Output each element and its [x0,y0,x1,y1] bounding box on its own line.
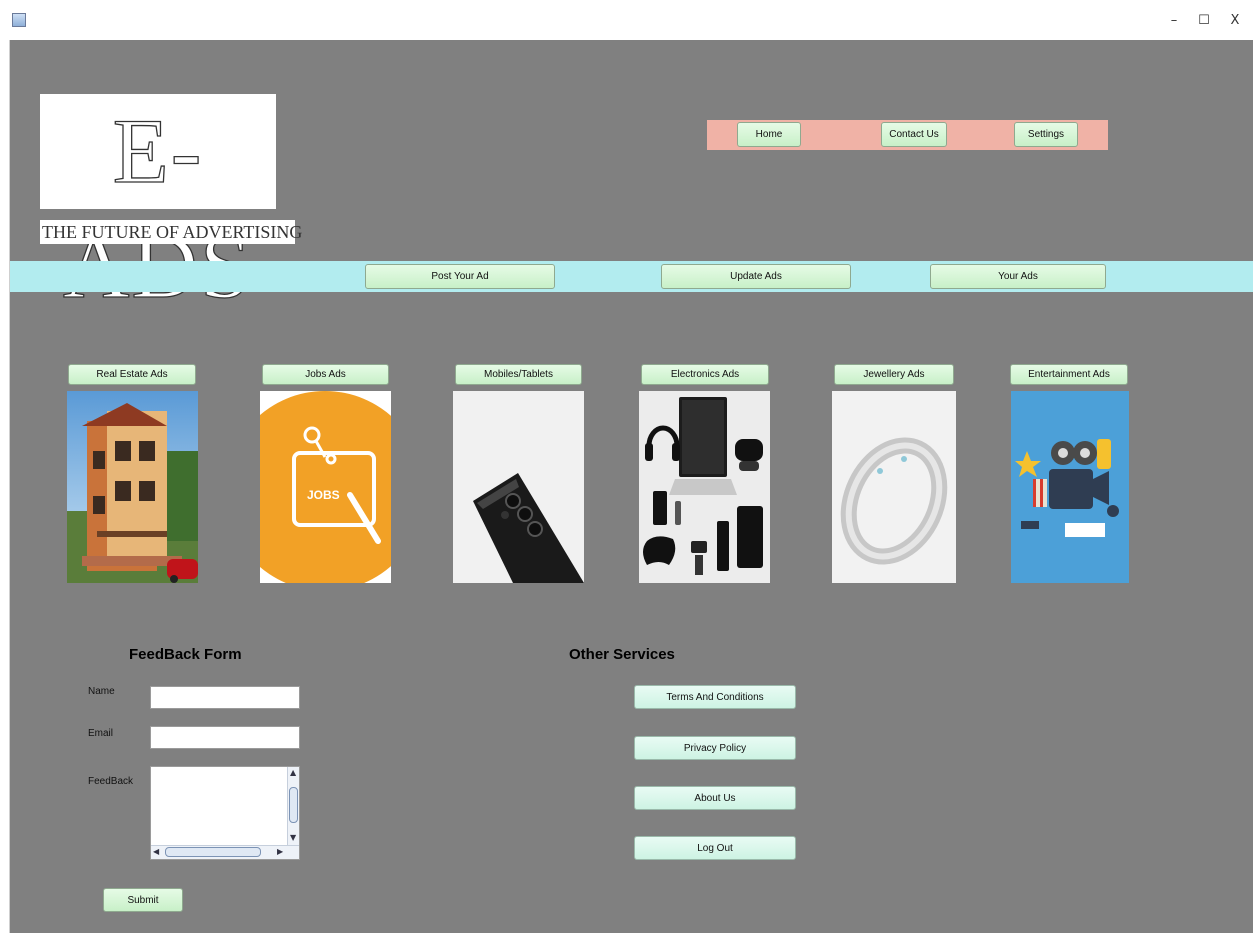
top-nav-bar: Home Contact Us Settings [707,120,1108,150]
submit-button[interactable]: Submit [103,888,183,912]
scroll-up-icon[interactable]: ▲ [290,768,296,778]
window-frame-left [0,40,10,933]
window-titlebar: – ☐ X [0,0,1253,40]
logo-title: E-ADS [62,99,251,317]
phone-image[interactable] [453,391,584,583]
ring-image[interactable] [832,391,956,583]
category-button-real-estate[interactable]: Real Estate Ads [68,364,196,385]
category-button-mobiles[interactable]: Mobiles/Tablets [455,364,582,385]
other-services-heading: Other Services [569,646,675,663]
scroll-right-icon[interactable]: ▶ [277,847,283,857]
close-icon[interactable]: X [1224,10,1246,30]
about-us-button[interactable]: About Us [634,786,796,810]
logo: E-ADS [40,94,276,318]
settings-button[interactable]: Settings [1014,122,1078,147]
feedback-form-heading: FeedBack Form [129,646,242,663]
feedback-textarea[interactable] [151,767,287,845]
category-button-jobs[interactable]: Jobs Ads [262,364,389,385]
java-app-icon [12,13,26,27]
jobs-image-text: JOBS [307,488,340,502]
jobs-image[interactable]: JOBS [260,391,391,583]
logo-tagline: THE FUTURE OF ADVERTISING [40,220,303,244]
feedback-vertical-scrollbar[interactable]: ▲ ▼ [287,767,299,845]
name-field[interactable] [150,686,300,709]
log-out-button[interactable]: Log Out [634,836,796,860]
privacy-policy-button[interactable]: Privacy Policy [634,736,796,760]
scroll-down-icon[interactable]: ▼ [290,833,296,843]
house-image[interactable] [67,391,198,583]
feedback-label: FeedBack [88,776,134,787]
action-bar: Post Your Ad Update Ads Your Ads [10,261,1253,292]
minimize-icon[interactable]: – [1163,10,1185,30]
name-label: Name [88,686,115,697]
feedback-textarea-container: ▲ ▼ ◀ ▶ [150,766,300,860]
email-label: Email [88,728,114,739]
scroll-left-icon[interactable]: ◀ [153,847,159,857]
home-button[interactable]: Home [737,122,801,147]
your-ads-button[interactable]: Your Ads [930,264,1106,289]
contact-us-button[interactable]: Contact Us [881,122,947,147]
terms-and-conditions-button[interactable]: Terms And Conditions [634,685,796,709]
category-button-electronics[interactable]: Electronics Ads [641,364,769,385]
main-panel: E-ADS THE FUTURE OF ADVERTISING Home Con… [10,40,1253,933]
vertical-scroll-thumb[interactable] [289,787,298,823]
entertainment-image[interactable] [1011,391,1129,583]
electronics-image[interactable] [639,391,770,583]
post-your-ad-button[interactable]: Post Your Ad [365,264,555,289]
update-ads-button[interactable]: Update Ads [661,264,851,289]
category-button-entertainment[interactable]: Entertainment Ads [1010,364,1128,385]
email-field[interactable] [150,726,300,749]
horizontal-scroll-thumb[interactable] [165,847,261,857]
maximize-icon[interactable]: ☐ [1193,10,1215,30]
category-button-jewellery[interactable]: Jewellery Ads [834,364,954,385]
feedback-horizontal-scrollbar[interactable]: ◀ ▶ [151,845,299,859]
